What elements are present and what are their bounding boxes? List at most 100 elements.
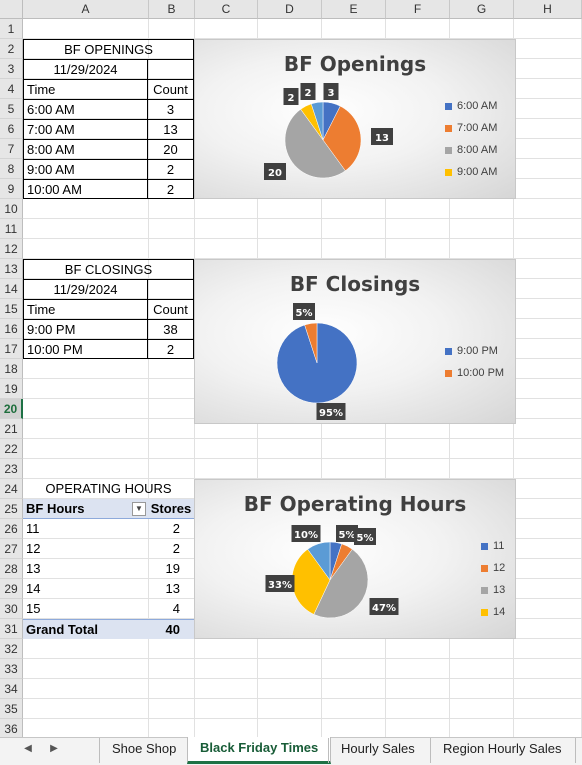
row-header[interactable]: 15 xyxy=(0,299,23,319)
table-cell[interactable]: 2 xyxy=(148,539,194,559)
column-header[interactable]: G xyxy=(450,0,514,19)
table-cell[interactable]: 15 xyxy=(23,599,148,619)
legend-item[interactable]: 9:00 PM xyxy=(445,340,504,362)
chart-legend[interactable]: 11 12 13 14 xyxy=(481,535,505,623)
table-cell[interactable]: 13 xyxy=(147,119,194,139)
table-cell[interactable]: 38 xyxy=(147,319,194,339)
openings-date-cell[interactable]: 11/29/2024 xyxy=(23,59,148,79)
row-header[interactable]: 7 xyxy=(0,139,23,159)
column-header[interactable]: D xyxy=(258,0,322,19)
row-header[interactable]: 20 xyxy=(0,399,23,419)
column-header[interactable]: F xyxy=(386,0,450,19)
row-header[interactable]: 2 xyxy=(0,39,23,59)
select-all-corner[interactable] xyxy=(0,0,23,19)
row-header[interactable]: 25 xyxy=(0,499,23,519)
table-cell[interactable]: 13 xyxy=(148,579,194,599)
bf-closings-chart[interactable]: BF Closings 95% 5% 9:00 PM 10:00 PM xyxy=(194,259,516,424)
table-cell[interactable]: 12 xyxy=(23,539,148,559)
row-header[interactable]: 14 xyxy=(0,279,23,299)
legend-item[interactable]: 11 xyxy=(481,535,505,557)
table-cell[interactable]: 9:00 AM xyxy=(23,159,148,179)
column-header[interactable]: E xyxy=(322,0,386,19)
legend-item[interactable]: 13 xyxy=(481,579,505,601)
row-header[interactable]: 24 xyxy=(0,479,23,499)
row-header[interactable]: 10 xyxy=(0,199,23,219)
closings-title-cell[interactable]: BF CLOSINGS xyxy=(23,259,194,279)
row-header[interactable]: 33 xyxy=(0,659,23,679)
openings-date-empty-cell[interactable] xyxy=(147,59,194,79)
legend-item[interactable]: 12 xyxy=(481,557,505,579)
row-header[interactable]: 13 xyxy=(0,259,23,279)
table-cell[interactable]: 4 xyxy=(148,599,194,619)
row-header[interactable]: 17 xyxy=(0,339,23,359)
legend-item[interactable]: 6:00 AM xyxy=(445,95,497,117)
row-header[interactable]: 18 xyxy=(0,359,23,379)
legend-item[interactable]: 14 xyxy=(481,601,505,623)
row-header[interactable]: 28 xyxy=(0,559,23,579)
bf-operating-hours-chart[interactable]: BF Operating Hours 5% 5% 47% 33% 10% 11 12 13 14 xyxy=(194,479,516,639)
legend-item[interactable]: 9:00 AM xyxy=(445,161,497,183)
closings-count-header-cell[interactable]: Count xyxy=(147,299,194,319)
chart-legend[interactable]: 9:00 PM 10:00 PM xyxy=(445,340,504,384)
openings-time-header-cell[interactable]: Time xyxy=(23,79,148,99)
pivot-stores-header-cell[interactable]: Stores xyxy=(148,499,194,519)
table-cell[interactable]: 10:00 PM xyxy=(23,339,148,359)
table-cell[interactable]: 14 xyxy=(23,579,148,599)
pivot-hours-header-cell[interactable]: BF Hours ▼ xyxy=(23,499,148,519)
hours-title-cell[interactable]: OPERATING HOURS xyxy=(23,479,194,499)
column-header[interactable]: A xyxy=(23,0,149,19)
row-header[interactable]: 21 xyxy=(0,419,23,439)
column-header[interactable]: B xyxy=(149,0,195,19)
legend-item[interactable]: 8:00 AM xyxy=(445,139,497,161)
row-header[interactable]: 23 xyxy=(0,459,23,479)
closings-time-header-cell[interactable]: Time xyxy=(23,299,148,319)
row-header[interactable]: 31 xyxy=(0,619,23,639)
legend-item[interactable]: 10:00 PM xyxy=(445,362,504,384)
row-header[interactable]: 8 xyxy=(0,159,23,179)
table-cell[interactable]: 20 xyxy=(147,139,194,159)
row-header[interactable]: 12 xyxy=(0,239,23,259)
tab-region-hourly-sales[interactable]: Region Hourly Sales xyxy=(430,738,574,763)
row-header[interactable]: 36 xyxy=(0,719,23,737)
row-header[interactable]: 22 xyxy=(0,439,23,459)
table-cell[interactable]: 19 xyxy=(148,559,194,579)
row-header[interactable]: 19 xyxy=(0,379,23,399)
row-header[interactable]: 26 xyxy=(0,519,23,539)
table-cell[interactable]: 11 xyxy=(23,519,148,539)
legend-item[interactable]: 7:00 AM xyxy=(445,117,497,139)
column-header[interactable]: H xyxy=(514,0,582,19)
filter-dropdown-icon[interactable]: ▼ xyxy=(132,502,146,516)
table-cell[interactable]: 13 xyxy=(23,559,148,579)
table-cell[interactable]: 9:00 PM xyxy=(23,319,148,339)
row-header[interactable]: 35 xyxy=(0,699,23,719)
table-cell[interactable]: 3 xyxy=(147,99,194,119)
pivot-grand-total-label-cell[interactable]: Grand Total xyxy=(23,619,148,639)
spreadsheet-grid[interactable]: ABCDEFGH 1 2 3 4 5 6 7 8 9 10 11 12 13 14 15 16 17 18 19 20… xyxy=(0,0,582,737)
closings-date-cell[interactable]: 11/29/2024 xyxy=(23,279,148,299)
tab-black-friday-times[interactable]: Black Friday Times xyxy=(187,737,332,764)
next-sheet-icon[interactable]: ▶ xyxy=(44,743,64,754)
row-header[interactable]: 3 xyxy=(0,59,23,79)
row-header[interactable]: 6 xyxy=(0,119,23,139)
tab-shoe-shop[interactable]: Shoe Shop xyxy=(99,738,188,763)
row-header[interactable]: 5 xyxy=(0,99,23,119)
table-cell[interactable]: 8:00 AM xyxy=(23,139,148,159)
row-header[interactable]: 29 xyxy=(0,579,23,599)
table-cell[interactable]: 6:00 AM xyxy=(23,99,148,119)
chart-legend[interactable]: 6:00 AM 7:00 AM 8:00 AM 9:00 AM xyxy=(445,95,497,183)
row-header[interactable]: 4 xyxy=(0,79,23,99)
column-header[interactable]: C xyxy=(195,0,258,19)
table-cell[interactable]: 2 xyxy=(148,519,194,539)
table-cell[interactable]: 2 xyxy=(147,339,194,359)
row-header[interactable]: 30 xyxy=(0,599,23,619)
row-header[interactable]: 16 xyxy=(0,319,23,339)
table-cell[interactable]: 7:00 AM xyxy=(23,119,148,139)
row-header[interactable]: 9 xyxy=(0,179,23,199)
row-header[interactable]: 34 xyxy=(0,679,23,699)
row-header[interactable]: 11 xyxy=(0,219,23,239)
table-cell[interactable]: 10:00 AM xyxy=(23,179,148,199)
openings-count-header-cell[interactable]: Count xyxy=(147,79,194,99)
tab-hourly-sales[interactable]: Hourly Sales xyxy=(328,738,427,763)
bf-openings-chart[interactable]: BF Openings 3 13 20 2 2 6:00 AM 7:00 AM 8:00 AM… xyxy=(194,39,516,199)
row-header[interactable]: 32 xyxy=(0,639,23,659)
